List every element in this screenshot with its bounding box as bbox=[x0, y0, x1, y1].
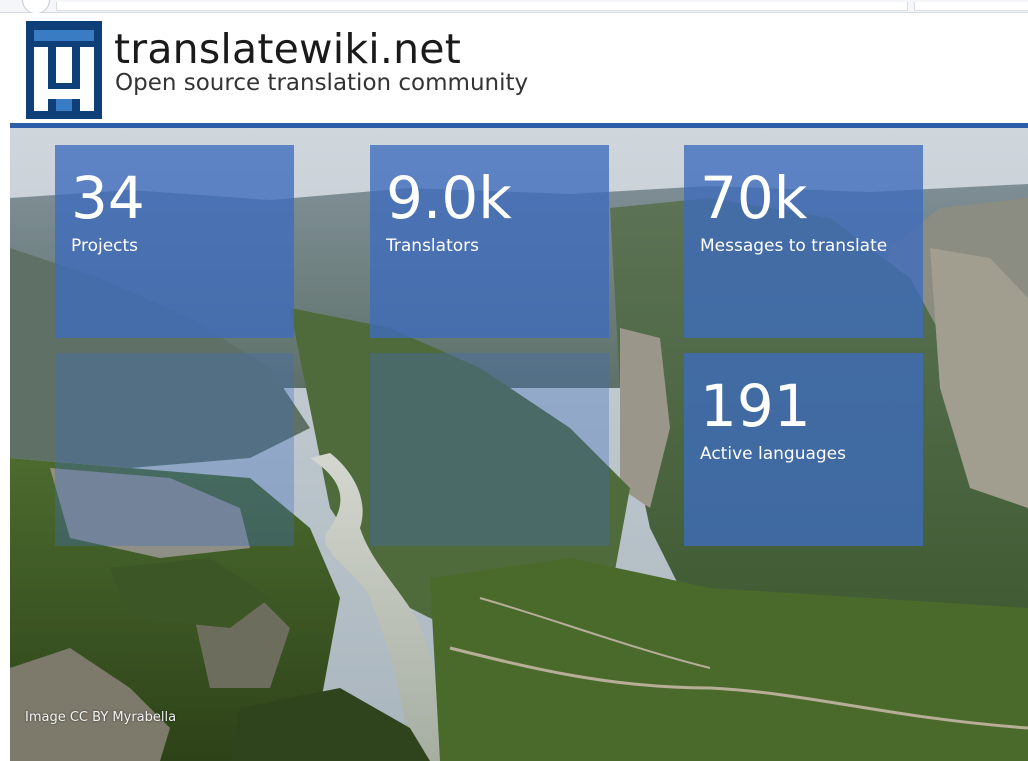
empty-tile bbox=[55, 353, 294, 546]
stat-label: Messages to translate bbox=[700, 236, 888, 256]
stat-tile-translators[interactable]: 9.0k Translators bbox=[370, 145, 609, 338]
site-title[interactable]: translatewiki.net bbox=[114, 27, 461, 71]
address-bar[interactable] bbox=[56, 2, 908, 11]
stat-value: 70k bbox=[700, 164, 808, 232]
image-credit: Image CC BY Myrabella bbox=[25, 710, 177, 725]
stat-label: Translators bbox=[386, 236, 479, 256]
stat-label: Projects bbox=[71, 236, 139, 256]
empty-tile bbox=[370, 353, 609, 546]
browser-chrome-fragment bbox=[0, 0, 1028, 14]
browser-button[interactable] bbox=[22, 0, 50, 14]
page: translatewiki.net Open source translatio… bbox=[0, 0, 1028, 761]
stat-value: 191 bbox=[700, 372, 811, 440]
translatewiki-logo-icon[interactable] bbox=[26, 21, 102, 119]
site-tagline: Open source translation community bbox=[115, 70, 529, 96]
hero-banner: 34 Projects 9.0k Translators 70k Message… bbox=[10, 128, 1028, 761]
stat-tile-languages[interactable]: 191 Active languages bbox=[684, 353, 923, 546]
stat-label: Active languages bbox=[700, 444, 846, 464]
stat-tile-messages[interactable]: 70k Messages to translate bbox=[684, 145, 923, 338]
stat-value: 34 bbox=[71, 164, 145, 232]
search-bar[interactable] bbox=[914, 2, 1028, 11]
site-header: translatewiki.net Open source translatio… bbox=[10, 13, 1028, 123]
stat-tile-projects[interactable]: 34 Projects bbox=[55, 145, 294, 338]
stat-value: 9.0k bbox=[386, 164, 512, 232]
